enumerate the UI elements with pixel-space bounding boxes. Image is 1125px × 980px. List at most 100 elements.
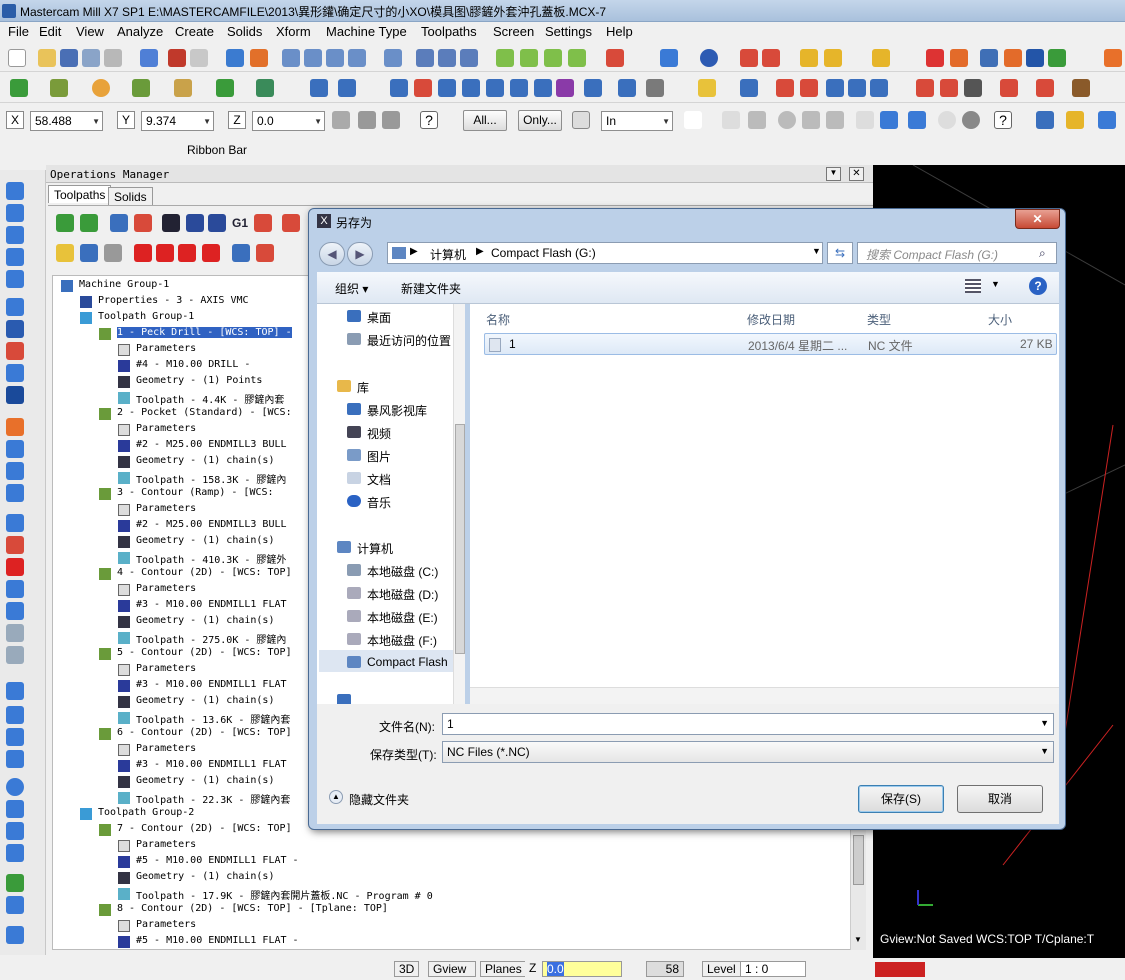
clear-icon[interactable] (938, 111, 956, 129)
menu-machine-type[interactable]: Machine Type (326, 24, 407, 39)
autocursor-icon[interactable] (358, 111, 376, 129)
menu-xform[interactable]: Xform (276, 24, 311, 39)
tool-3-icon[interactable] (6, 226, 24, 244)
address-bar[interactable]: ▶ 计算机 ▶ Compact Flash (G:) ▼ (387, 242, 823, 264)
edge-select-icon[interactable] (802, 111, 820, 129)
xform-scale-icon[interactable] (462, 79, 480, 97)
z-depth-input[interactable]: 0.0 (542, 961, 622, 977)
nav-storm-library[interactable]: 暴风影视库 (367, 402, 427, 419)
table-icon[interactable] (776, 79, 794, 97)
selection-mask-icon[interactable] (572, 111, 590, 129)
menu-help[interactable]: Help (606, 24, 633, 39)
cursor-ghost-icon[interactable] (722, 111, 740, 129)
chain-icon[interactable] (916, 79, 934, 97)
nav-drive-f[interactable]: 本地磁盘 (F:) (367, 632, 437, 649)
sphere-icon[interactable] (700, 49, 718, 67)
help-ops-icon[interactable] (256, 244, 274, 262)
marker-icon[interactable] (872, 49, 890, 67)
filetype-dropdown-icon[interactable]: ▼ (1040, 746, 1049, 756)
tool-13-icon[interactable] (6, 462, 24, 480)
nav-drive-c[interactable]: 本地磁盘 (C:) (367, 563, 438, 580)
face-select-icon[interactable] (778, 111, 796, 129)
tool-15-icon[interactable] (6, 514, 24, 532)
tab-solids[interactable]: Solids (108, 187, 153, 205)
level-value[interactable]: 1 : 0 (740, 961, 806, 977)
lock-icon[interactable] (56, 244, 74, 262)
pencil-icon[interactable] (800, 49, 818, 67)
tool-29-icon[interactable] (6, 844, 24, 862)
new-file-icon[interactable] (8, 49, 26, 67)
forward-icon[interactable]: ▶ (347, 242, 373, 266)
selection-mode-select[interactable]: In ▼ (601, 111, 673, 131)
tool-31-icon[interactable] (6, 896, 24, 914)
gview-globe-icon[interactable] (660, 49, 678, 67)
nav-music[interactable]: 音乐 (367, 494, 391, 511)
tool-19-icon[interactable] (6, 602, 24, 620)
xform-mirror-icon[interactable] (414, 79, 432, 97)
xform-offset-icon[interactable] (486, 79, 504, 97)
shading-icon[interactable] (606, 49, 624, 67)
planes-button[interactable]: Planes (480, 961, 527, 977)
g1-post-icon[interactable]: G1 (232, 216, 248, 230)
nav-library[interactable]: 库 (357, 379, 369, 396)
save-icon[interactable] (60, 49, 78, 67)
nav-desktop[interactable]: 桌面 (367, 309, 391, 326)
tool-23-icon[interactable] (6, 706, 24, 724)
undo-icon[interactable] (168, 49, 186, 67)
help-icon[interactable]: ? (1029, 277, 1047, 295)
col-type[interactable]: 类型 (867, 311, 891, 328)
col-size[interactable]: 大小 (988, 311, 1012, 328)
xform-drag-icon[interactable] (556, 79, 574, 97)
regen-icon[interactable] (110, 214, 128, 232)
break-icon[interactable] (338, 79, 356, 97)
body-select-icon[interactable] (826, 111, 844, 129)
tool-14-icon[interactable] (6, 484, 24, 502)
save-button[interactable]: 保存(S) (858, 785, 944, 813)
point-icon[interactable] (10, 79, 28, 97)
fast-point-icon[interactable] (332, 111, 350, 129)
nav-scrollbar[interactable] (453, 304, 465, 704)
filename-dropdown-icon[interactable]: ▼ (1040, 718, 1049, 728)
open-folder-icon[interactable] (38, 49, 56, 67)
z-coordinate-input[interactable]: 0.0 ▼ (252, 111, 325, 131)
extra-tool-icon[interactable] (1104, 49, 1122, 67)
nav-drive-e[interactable]: 本地磁盘 (E:) (367, 609, 438, 626)
insert-arrow-icon[interactable] (178, 244, 196, 262)
tool-8-icon[interactable] (6, 342, 24, 360)
fillet-icon[interactable] (132, 79, 150, 97)
menu-create[interactable]: Create (175, 24, 214, 39)
tool-25-icon[interactable] (6, 750, 24, 768)
menu-solids[interactable]: Solids (227, 24, 262, 39)
color-index[interactable]: 58 (646, 961, 684, 977)
refresh-icon[interactable]: ⇆ (827, 242, 853, 264)
tool-17-icon[interactable] (6, 558, 24, 576)
tool-5-icon[interactable] (6, 270, 24, 288)
xform-roll-icon[interactable] (534, 79, 552, 97)
select-dirty-ops-icon[interactable] (80, 214, 98, 232)
list-icon[interactable] (800, 79, 818, 97)
col-date[interactable]: 修改日期 (747, 311, 795, 328)
tab-toolpaths[interactable]: Toolpaths (48, 185, 112, 203)
filename-input[interactable]: 1 ▼ (442, 713, 1054, 735)
tool-18-icon[interactable] (6, 580, 24, 598)
search-icon[interactable]: ⌕ (1039, 246, 1046, 261)
breadcrumb-drive[interactable]: Compact Flash (G:) (491, 246, 596, 260)
tool-16-icon[interactable] (6, 536, 24, 554)
solid-select-icon[interactable] (748, 111, 766, 129)
cube-front-icon[interactable] (520, 49, 538, 67)
cut-icon[interactable] (140, 49, 158, 67)
zoom-window-icon[interactable] (282, 49, 300, 67)
mesh-icon[interactable] (964, 79, 982, 97)
tool-27-icon[interactable] (6, 800, 24, 818)
breadcrumb-computer[interactable]: 计算机 (430, 246, 466, 263)
tool-32-icon[interactable] (6, 926, 24, 944)
y-coordinate-input[interactable]: 9.374 ▼ (141, 111, 214, 131)
attributes-button[interactable] (875, 962, 925, 977)
tool-30-icon[interactable] (6, 874, 24, 892)
dialog-close-button[interactable]: ✕ (1015, 209, 1060, 229)
back-icon[interactable]: ◀ (319, 242, 345, 266)
toggle-post-icon[interactable] (104, 244, 122, 262)
verify-selection-icon[interactable] (880, 111, 898, 129)
tool-4-icon[interactable] (6, 248, 24, 266)
organize-button[interactable]: 组织 ▾ (335, 280, 368, 297)
